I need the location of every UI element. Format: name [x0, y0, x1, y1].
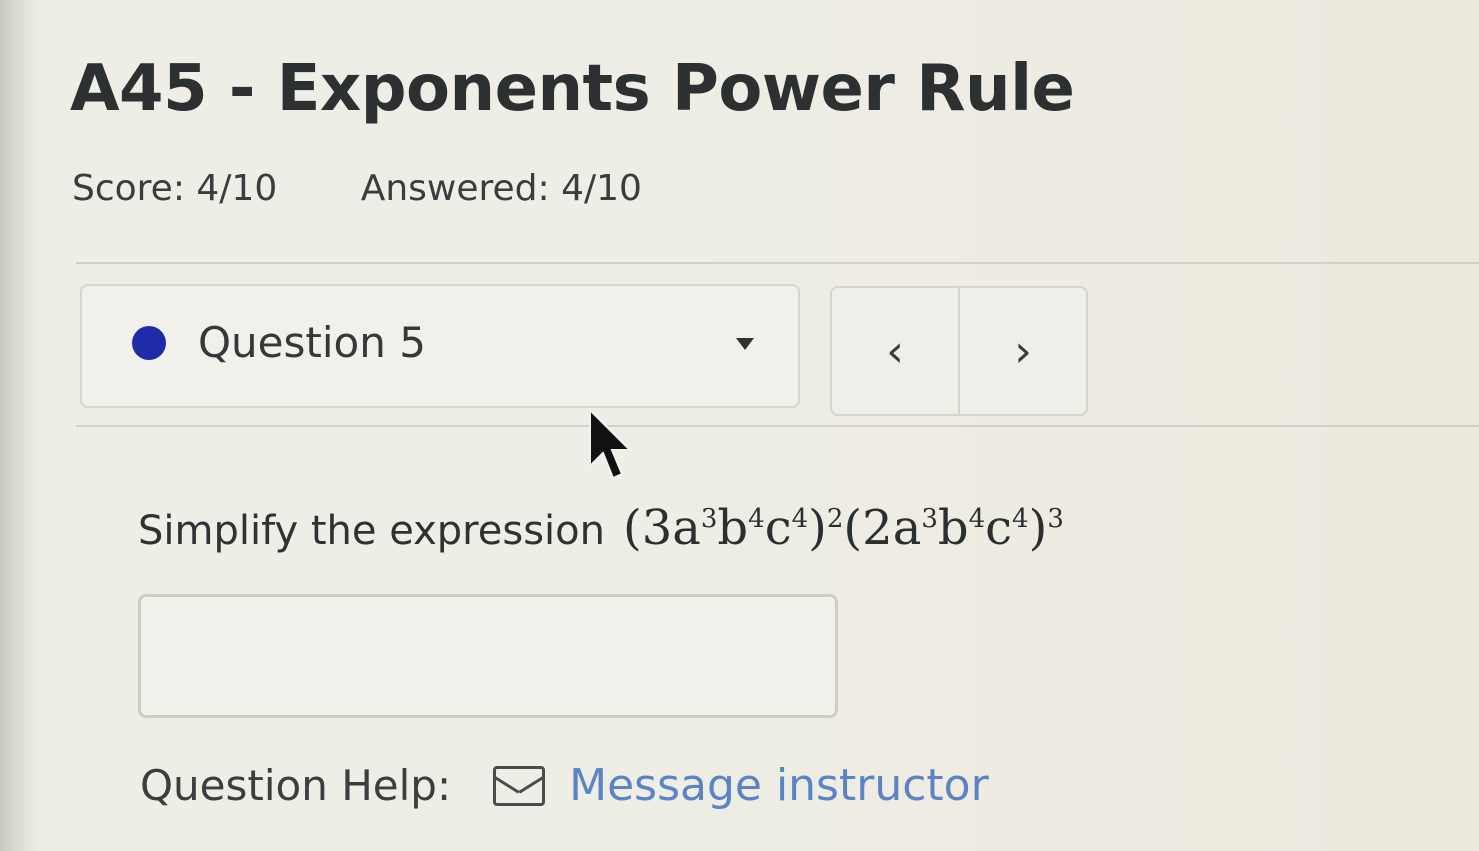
question-text: Simplify the expression [138, 508, 605, 554]
expr-close-2: ) [1028, 500, 1048, 556]
expr-outer-exponent-1: 2 [826, 504, 844, 534]
question-pager: ‹ › [830, 286, 1088, 416]
question-help-label: Question Help: [140, 761, 452, 810]
envelope-icon[interactable] [493, 765, 546, 806]
expr-b-1: b [717, 500, 749, 556]
expr-c-exponent-1: 4 [791, 504, 809, 534]
math-expression: (3a3b4c4)2(2a3b4c4)3 [623, 500, 1064, 556]
question-selector[interactable]: Question 5 [80, 284, 800, 408]
next-question-button[interactable]: › [958, 288, 1086, 414]
score-summary: Score: 4/10 Answered: 4/10 [72, 168, 714, 209]
answered-text: Answered: 4/10 [360, 168, 642, 209]
selected-question-label: Question 5 [198, 318, 426, 367]
expr-b-exponent-2: 4 [968, 504, 986, 534]
expr-c-exponent-2: 4 [1012, 504, 1029, 534]
divider-bottom [76, 425, 1479, 427]
question-status-dot [132, 326, 166, 360]
expr-open-1: (3a [622, 500, 701, 556]
expr-close-1: ) [808, 500, 827, 556]
expr-c-2: c [985, 500, 1013, 556]
score-text: Score: 4/10 [72, 168, 278, 209]
expr-open-2: (2a [843, 500, 922, 556]
expr-outer-exponent-2: 3 [1047, 504, 1064, 534]
assignment-title: A45 - Exponents Power Rule [70, 52, 1075, 126]
expr-c-1: c [764, 500, 792, 556]
message-instructor-link[interactable]: Message instructor [569, 760, 989, 811]
question-help: Question Help: Message instructor [140, 760, 989, 811]
assignment-page: A45 - Exponents Power Rule Score: 4/10 A… [0, 0, 1479, 851]
expr-b-2: b [937, 500, 969, 556]
question-prompt: Simplify the expression (3a3b4c4)2(2a3b4… [138, 500, 1064, 556]
answer-input[interactable] [138, 594, 838, 718]
expr-b-exponent-1: 4 [748, 504, 765, 534]
divider-top [76, 262, 1479, 264]
expr-a-exponent-1: 3 [700, 504, 718, 534]
mouse-pointer-icon [589, 408, 633, 480]
expr-a-exponent-2: 3 [921, 504, 938, 534]
chevron-down-icon [736, 338, 754, 350]
previous-question-button[interactable]: ‹ [832, 288, 958, 414]
